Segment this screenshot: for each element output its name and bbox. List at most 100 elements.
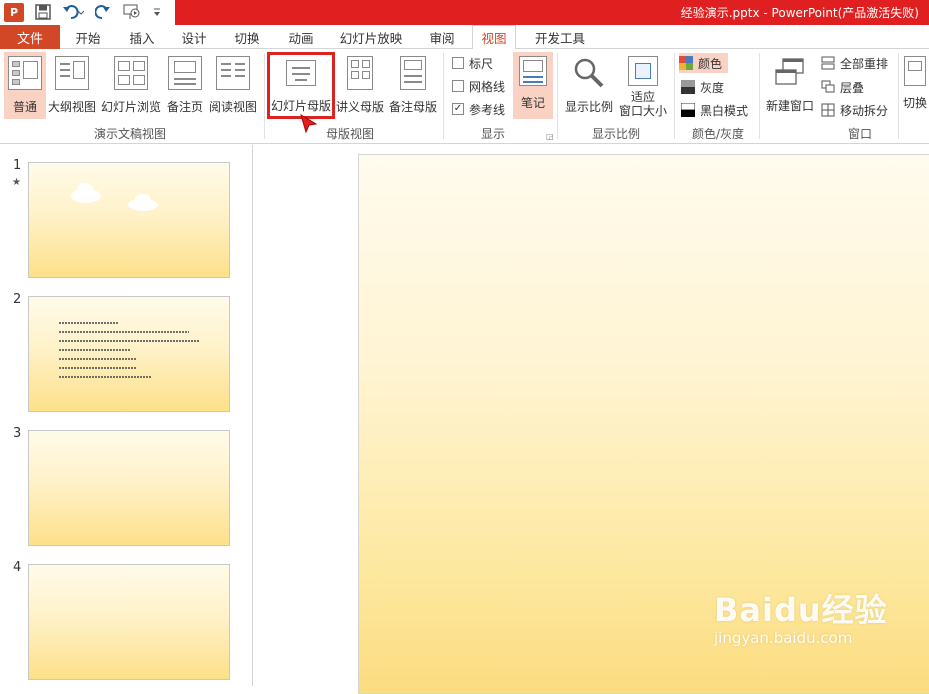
ruler-label: 标尺 bbox=[469, 56, 494, 71]
normal-view-label: 普通 bbox=[12, 100, 37, 114]
ribbon-tabs: 文件 开始 插入 设计 切换 动画 幻灯片放映 审阅 视图 开发工具 bbox=[0, 25, 929, 50]
color-label: 颜色 bbox=[698, 56, 723, 71]
color-swatch-icon bbox=[679, 56, 693, 70]
black-white-icon bbox=[681, 103, 695, 117]
undo-icon[interactable] bbox=[62, 3, 84, 21]
reading-view-button[interactable]: 阅读视图 bbox=[207, 52, 259, 119]
cascade-icon bbox=[821, 80, 835, 93]
tab-design[interactable]: 设计 bbox=[178, 25, 210, 49]
gridlines-label: 网格线 bbox=[469, 79, 506, 94]
black-white-button[interactable]: 黑白模式 bbox=[681, 100, 748, 120]
gridlines-checkbox-box[interactable] bbox=[452, 80, 464, 92]
notes-icon bbox=[519, 56, 547, 86]
group-separator bbox=[759, 53, 760, 139]
switch-window-label: 切换 bbox=[902, 96, 927, 110]
slide-sorter-icon bbox=[114, 56, 148, 90]
normal-view-button[interactable]: 普通 bbox=[4, 52, 46, 119]
notes-button[interactable]: 笔记 bbox=[513, 52, 553, 119]
notes-master-label: 备注母版 bbox=[388, 100, 437, 114]
move-split-button[interactable]: 移动拆分 bbox=[821, 100, 888, 120]
slide-number-1: 1 bbox=[13, 158, 22, 173]
tab-animations[interactable]: 动画 bbox=[285, 25, 317, 49]
show-dialog-launcher-icon[interactable]: ◲ bbox=[546, 132, 554, 141]
cloud-shape bbox=[135, 194, 151, 205]
grayscale-icon bbox=[681, 80, 695, 94]
outline-view-button[interactable]: 大纲视图 bbox=[48, 52, 96, 119]
zoom-button[interactable]: 显示比例 bbox=[563, 52, 615, 119]
group-label-show: 显示 bbox=[480, 127, 505, 141]
move-split-label: 移动拆分 bbox=[840, 103, 889, 118]
tab-slideshow[interactable]: 幻灯片放映 bbox=[338, 25, 404, 49]
save-icon[interactable] bbox=[32, 3, 54, 21]
tab-review[interactable]: 审阅 bbox=[424, 25, 460, 49]
group-separator bbox=[264, 53, 265, 139]
notes-page-icon bbox=[168, 56, 202, 90]
fit-to-window-icon bbox=[628, 56, 658, 86]
notes-master-button[interactable]: 备注母版 bbox=[387, 52, 439, 119]
notes-page-label: 备注页 bbox=[166, 100, 203, 114]
color-button[interactable]: 颜色 bbox=[679, 53, 729, 73]
magnifier-icon bbox=[574, 58, 604, 88]
watermark-url: jingyan.baidu.com bbox=[714, 629, 853, 647]
zoom-label: 显示比例 bbox=[564, 100, 613, 114]
tab-home[interactable]: 开始 bbox=[72, 25, 104, 49]
new-window-icon bbox=[775, 58, 804, 85]
cursor-arrow-icon bbox=[300, 113, 318, 134]
switch-window-icon bbox=[904, 56, 926, 86]
baidu-watermark: Baidu经验 jingyan.baidu.com bbox=[714, 585, 888, 647]
handout-master-button[interactable]: 讲义母版 bbox=[335, 52, 385, 119]
ruler-checkbox[interactable]: 标尺 bbox=[452, 53, 493, 73]
slide-thumbnail-3[interactable] bbox=[28, 430, 230, 546]
fit-to-window-label: 适应 窗口大小 bbox=[619, 90, 667, 118]
cascade-button[interactable]: 层叠 bbox=[821, 77, 864, 97]
tab-insert[interactable]: 插入 bbox=[126, 25, 158, 49]
handout-master-icon bbox=[347, 56, 373, 90]
arrange-all-button[interactable]: 全部重排 bbox=[821, 53, 888, 73]
notes-master-icon bbox=[400, 56, 426, 90]
group-label-color-grayscale: 颜色/灰度 bbox=[691, 127, 745, 141]
grayscale-label: 灰度 bbox=[700, 80, 725, 95]
quick-access-toolbar: P bbox=[4, 2, 162, 22]
slide-thumbnail-4[interactable] bbox=[28, 564, 230, 680]
customize-icon[interactable] bbox=[152, 3, 162, 21]
new-window-button[interactable]: 新建窗口 bbox=[763, 52, 817, 119]
group-separator bbox=[674, 53, 675, 139]
move-split-icon bbox=[821, 103, 835, 117]
slide-master-icon bbox=[286, 60, 316, 86]
outline-view-icon bbox=[55, 56, 89, 90]
notes-page-button[interactable]: 备注页 bbox=[165, 52, 205, 119]
tab-view[interactable]: 视图 bbox=[472, 25, 516, 50]
slide-sorter-label: 幻灯片浏览 bbox=[100, 100, 161, 114]
guides-checkbox-box[interactable]: ✓ bbox=[452, 103, 464, 115]
slideshow-from-start-icon[interactable] bbox=[122, 3, 144, 21]
powerpoint-app-icon[interactable]: P bbox=[4, 2, 24, 22]
arrange-all-icon bbox=[821, 56, 835, 70]
black-white-label: 黑白模式 bbox=[700, 103, 749, 118]
fit-to-window-button[interactable]: 适应 窗口大小 bbox=[617, 52, 669, 119]
tab-transitions[interactable]: 切换 bbox=[231, 25, 263, 49]
group-label-zoom: 显示比例 bbox=[591, 127, 640, 141]
ruler-checkbox-box[interactable] bbox=[452, 57, 464, 69]
slide-thumbnail-2[interactable] bbox=[28, 296, 230, 412]
slide-thumbnail-1[interactable] bbox=[28, 162, 230, 278]
slide-number-2: 2 bbox=[13, 292, 22, 307]
slide-master-button[interactable]: 幻灯片母版 bbox=[267, 52, 335, 119]
grayscale-button[interactable]: 灰度 bbox=[681, 77, 724, 97]
slide-sorter-button[interactable]: 幻灯片浏览 bbox=[100, 52, 162, 119]
tab-file[interactable]: 文件 bbox=[0, 25, 60, 49]
animation-star-icon: ★ bbox=[12, 177, 21, 188]
redo-icon[interactable] bbox=[92, 3, 114, 21]
slide-number-4: 4 bbox=[13, 560, 22, 575]
arrange-all-label: 全部重排 bbox=[840, 56, 889, 71]
normal-view-icon bbox=[8, 56, 42, 90]
switch-window-button[interactable]: 切换 bbox=[901, 52, 929, 119]
fit-label-line2: 窗口大小 bbox=[618, 104, 667, 118]
group-separator bbox=[557, 53, 558, 139]
slide-thumbnail-pane[interactable]: 1 ★ 2 3 4 bbox=[0, 145, 253, 686]
reading-view-label: 阅读视图 bbox=[208, 100, 257, 114]
tab-developer[interactable]: 开发工具 bbox=[530, 25, 590, 49]
group-label-presentation-views: 演示文稿视图 bbox=[93, 127, 166, 141]
guides-checkbox[interactable]: ✓ 参考线 bbox=[452, 99, 505, 119]
gridlines-checkbox[interactable]: 网格线 bbox=[452, 76, 505, 96]
slide-text-placeholder bbox=[59, 322, 199, 378]
